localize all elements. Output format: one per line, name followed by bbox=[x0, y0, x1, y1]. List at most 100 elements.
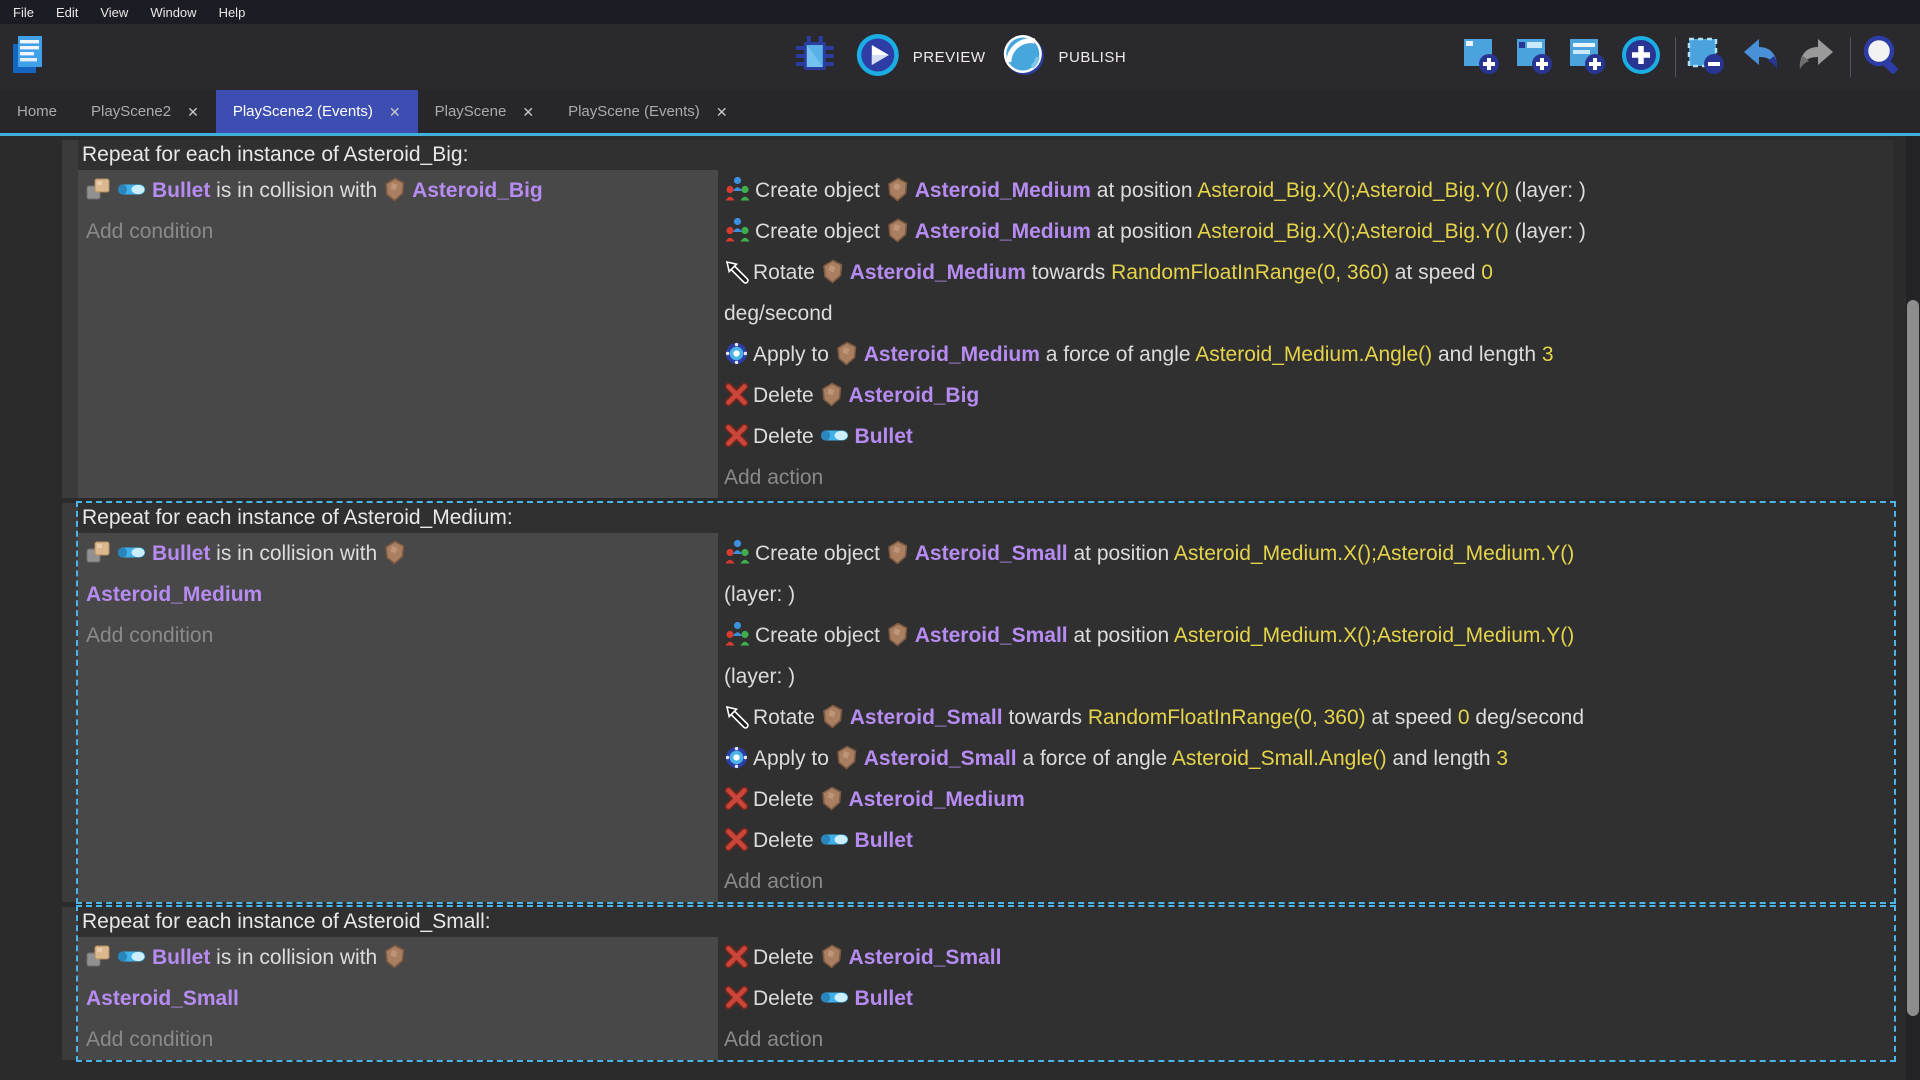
action-row[interactable]: Apply to Asteroid_Small a force of angle… bbox=[724, 738, 1894, 779]
condition-row[interactable]: Bullet is in collision with Asteroid_Med… bbox=[86, 533, 710, 615]
add-subevent-button[interactable] bbox=[1514, 37, 1558, 77]
expression: Asteroid_Medium.X();Asteroid_Medium.Y() bbox=[1174, 624, 1574, 647]
bullet-icon bbox=[117, 181, 148, 198]
toolbar: PREVIEW PUBLISH bbox=[0, 24, 1920, 90]
action-row[interactable]: Create object Asteroid_Small at position… bbox=[724, 615, 1894, 697]
text: towards bbox=[1003, 706, 1088, 729]
add-action-button[interactable]: Add action bbox=[724, 861, 1894, 902]
add-event-button[interactable] bbox=[1461, 37, 1505, 77]
gdevelop-logo-icon bbox=[9, 35, 51, 79]
menu-bar: FileEditViewWindowHelp bbox=[0, 0, 1920, 24]
event-drag-handle[interactable] bbox=[62, 140, 78, 498]
action-row[interactable]: Delete Bullet bbox=[724, 820, 1894, 861]
object-name: Asteroid_Small bbox=[864, 747, 1017, 770]
menu-item-edit[interactable]: Edit bbox=[45, 5, 89, 20]
add-action-button[interactable]: Add action bbox=[724, 457, 1894, 498]
text: at position bbox=[1068, 542, 1174, 565]
event-block: Repeat for each instance of Asteroid_Med… bbox=[62, 503, 1894, 902]
scrollbar-track[interactable] bbox=[1906, 136, 1920, 1080]
object-name: Asteroid_Medium bbox=[864, 343, 1040, 366]
asteroid-icon bbox=[383, 540, 408, 565]
tab-label: Home bbox=[17, 103, 57, 120]
action-row[interactable]: Rotate Asteroid_Small towards RandomFloa… bbox=[724, 697, 1894, 738]
asteroid-icon bbox=[886, 218, 911, 243]
event-drag-handle[interactable] bbox=[62, 503, 78, 902]
menu-item-help[interactable]: Help bbox=[208, 5, 257, 20]
menu-item-window[interactable]: Window bbox=[139, 5, 207, 20]
action-row[interactable]: Delete Asteroid_Small bbox=[724, 937, 1894, 978]
menu-item-file[interactable]: File bbox=[2, 5, 45, 20]
text: at speed bbox=[1389, 261, 1481, 284]
action-row[interactable]: Delete Bullet bbox=[724, 416, 1894, 457]
scrollbar-thumb[interactable] bbox=[1907, 300, 1919, 1016]
event-body: Repeat for each instance of Asteroid_Sma… bbox=[78, 907, 1894, 1060]
tab-label: PlayScene bbox=[435, 103, 507, 120]
object-name: Bullet bbox=[855, 425, 913, 448]
tab-close-icon[interactable]: ✕ bbox=[389, 105, 401, 119]
text: deg/second bbox=[1470, 706, 1584, 729]
gdevelop-logo-button[interactable] bbox=[8, 33, 52, 81]
action-row[interactable]: Create object Asteroid_Small at position… bbox=[724, 533, 1894, 615]
tab-playscene2-events[interactable]: PlayScene2 (Events)✕ bbox=[216, 90, 418, 133]
event-header[interactable]: Repeat for each instance of Asteroid_Sma… bbox=[78, 907, 1894, 937]
action-row[interactable]: Delete Asteroid_Big bbox=[724, 375, 1894, 416]
object-name: Asteroid_Small bbox=[849, 946, 1002, 969]
add-action-button[interactable]: Add action bbox=[724, 1019, 1894, 1060]
action-row[interactable]: Create object Asteroid_Medium at positio… bbox=[724, 211, 1894, 252]
expression: Asteroid_Small.Angle() bbox=[1172, 747, 1387, 770]
expression: 0 bbox=[1481, 261, 1493, 284]
tab-playscene-events[interactable]: PlayScene (Events)✕ bbox=[551, 90, 744, 133]
event-header[interactable]: Repeat for each instance of Asteroid_Big… bbox=[78, 140, 1894, 170]
action-row[interactable]: Create object Asteroid_Medium at positio… bbox=[724, 170, 1894, 211]
tab-home[interactable]: Home bbox=[0, 90, 74, 133]
event-header[interactable]: Repeat for each instance of Asteroid_Med… bbox=[78, 503, 1894, 533]
add-event-icon bbox=[1461, 35, 1501, 75]
text: Delete bbox=[753, 946, 820, 969]
action-row[interactable]: Delete Asteroid_Medium bbox=[724, 779, 1894, 820]
conditions-column: Bullet is in collision with Asteroid_Sma… bbox=[78, 937, 718, 1060]
event-columns: Bullet is in collision with Asteroid_Big… bbox=[78, 170, 1894, 498]
condition-row[interactable]: Bullet is in collision with Asteroid_Sma… bbox=[86, 937, 710, 1019]
preview-button[interactable]: PREVIEW bbox=[856, 35, 986, 79]
tab-close-icon[interactable]: ✕ bbox=[187, 105, 199, 119]
text: Delete bbox=[753, 987, 820, 1010]
add-condition-button[interactable]: Add condition bbox=[86, 1019, 710, 1060]
add-comment-button[interactable] bbox=[1567, 37, 1611, 77]
force-icon bbox=[724, 341, 749, 366]
add-circle-button[interactable] bbox=[1620, 36, 1666, 78]
object-name: Asteroid_Small bbox=[915, 542, 1068, 565]
debug-button[interactable] bbox=[794, 37, 840, 77]
publish-button[interactable]: PUBLISH bbox=[1001, 35, 1126, 79]
object-name: Asteroid_Medium bbox=[849, 788, 1025, 811]
search-button[interactable] bbox=[1860, 35, 1908, 79]
text: and length bbox=[1432, 343, 1542, 366]
text: towards bbox=[1026, 261, 1111, 284]
undo-button[interactable] bbox=[1740, 37, 1786, 77]
condition-row[interactable]: Bullet is in collision with Asteroid_Big bbox=[86, 170, 710, 211]
asteroid-icon bbox=[821, 259, 846, 284]
tab-close-icon[interactable]: ✕ bbox=[716, 105, 728, 119]
bullet-icon bbox=[820, 427, 851, 444]
action-row[interactable]: Apply to Asteroid_Medium a force of angl… bbox=[724, 334, 1894, 375]
event-drag-handle[interactable] bbox=[62, 907, 78, 1060]
text: Create object bbox=[755, 179, 886, 202]
text: a force of angle bbox=[1040, 343, 1195, 366]
undo-icon bbox=[1740, 35, 1782, 75]
tab-close-icon[interactable]: ✕ bbox=[522, 105, 534, 119]
remove-selection-button[interactable] bbox=[1685, 36, 1731, 78]
tab-playscene2[interactable]: PlayScene2✕ bbox=[74, 90, 216, 133]
event-body: Repeat for each instance of Asteroid_Med… bbox=[78, 503, 1894, 902]
asteroid-icon bbox=[383, 944, 408, 969]
redo-icon bbox=[1795, 35, 1837, 75]
add-condition-button[interactable]: Add condition bbox=[86, 615, 710, 656]
events-sheet: Repeat for each instance of Asteroid_Big… bbox=[0, 136, 1920, 1080]
redo-button[interactable] bbox=[1795, 37, 1841, 77]
action-row[interactable]: Rotate Asteroid_Medium towards RandomFlo… bbox=[724, 252, 1894, 334]
text: Apply to bbox=[753, 747, 835, 770]
add-condition-button[interactable]: Add condition bbox=[86, 211, 710, 252]
menu-item-view[interactable]: View bbox=[89, 5, 139, 20]
toolbar-right bbox=[1461, 35, 1920, 79]
asteroid-icon bbox=[820, 786, 845, 811]
tab-playscene[interactable]: PlayScene ✕ bbox=[418, 90, 551, 133]
action-row[interactable]: Delete Bullet bbox=[724, 978, 1894, 1019]
